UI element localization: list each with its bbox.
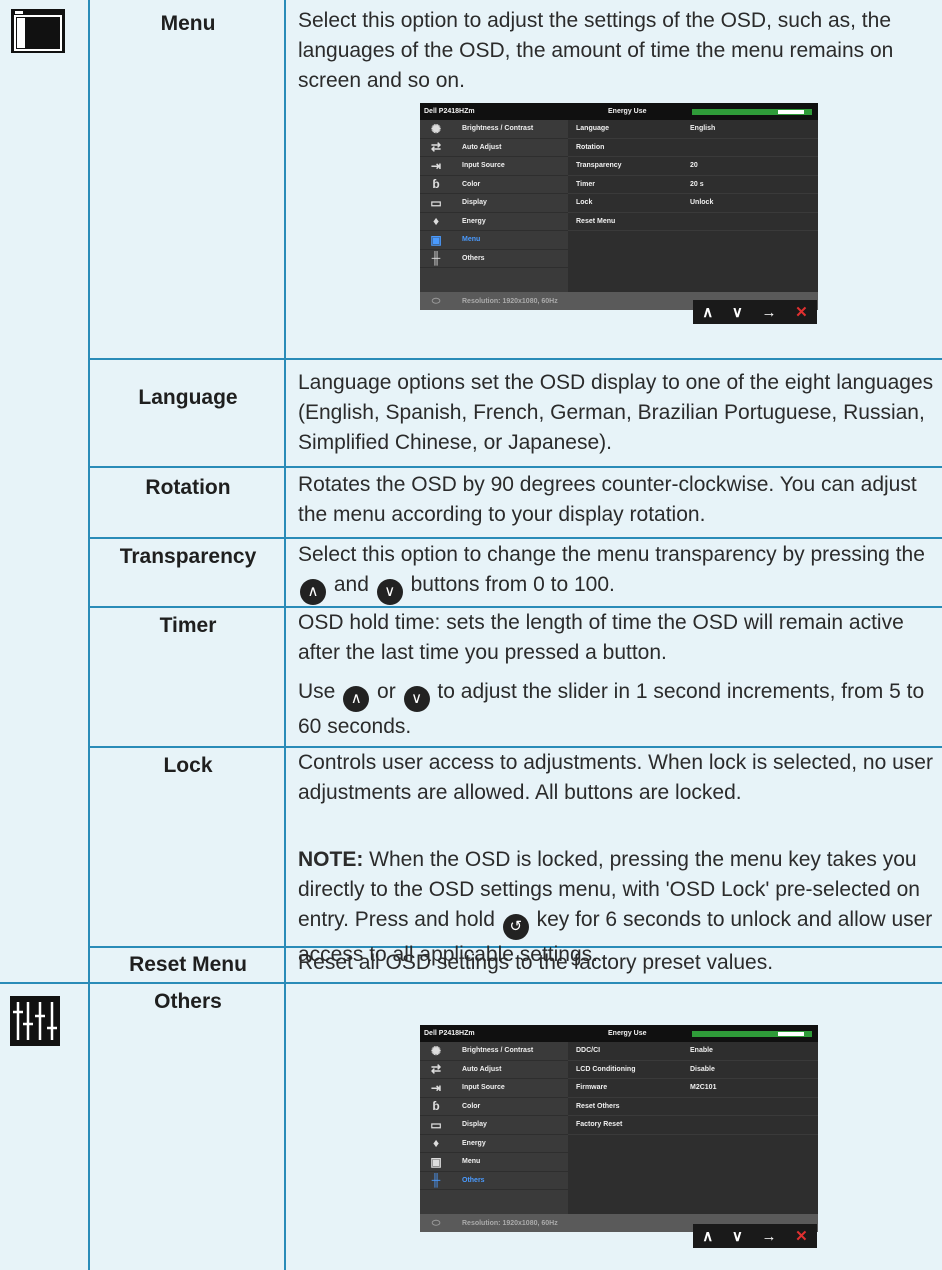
- osd-item-energy: ♦ Energy: [420, 1135, 568, 1153]
- row-desc-timer-2: Use ∧ or ∨ to adjust the slider in 1 sec…: [298, 680, 925, 738]
- row-divider: [90, 358, 942, 360]
- osd-setting-row: DDC/CI Enable: [568, 1042, 818, 1061]
- row-divider: [0, 982, 942, 984]
- osd-menu-screenshot: Dell P2418HZm Energy Use ✺ Brightness / C…: [420, 103, 818, 310]
- osd-model: Dell P2418HZm: [424, 108, 475, 115]
- input-port-icon: ⬭: [431, 295, 441, 307]
- grid-left-line: [88, 0, 90, 1270]
- close-icon: ✕: [795, 1228, 808, 1245]
- osd-item-display: ▭ Display: [420, 1116, 568, 1135]
- osd-setting-row: Rotation: [568, 139, 818, 157]
- menu-icon: [10, 8, 66, 59]
- grid-mid-line: [284, 0, 286, 1270]
- menu-icon: ▣: [430, 232, 442, 247]
- others-icon: ╫: [431, 251, 441, 266]
- row-divider: [90, 466, 942, 468]
- color-icon: ɓ: [432, 177, 440, 192]
- osd-item-others: ╫ Others: [420, 1172, 568, 1190]
- row-desc-menu: Select this option to adjust the setting…: [298, 9, 894, 92]
- osd-setting-row: Lock Unlock: [568, 194, 818, 213]
- others-icon: [10, 996, 60, 1051]
- osd-item-display: ▭ Display: [420, 194, 568, 213]
- osd-setting-row: Timer 20 s: [568, 176, 818, 194]
- row-desc-lock: Controls user access to adjustments. Whe…: [298, 751, 933, 804]
- down-arrow-icon: ∨: [731, 1228, 743, 1245]
- osd-item-others: ╫ Others: [420, 250, 568, 268]
- down-arrow-icon: ∨: [731, 304, 743, 321]
- osd-item-input-source: ⇥ Input Source: [420, 157, 568, 176]
- up-arrow-icon: ∧: [702, 1228, 714, 1245]
- auto-adjust-icon: ⇄: [430, 1062, 442, 1077]
- osd-header: Dell P2418HZm Energy Use: [420, 103, 818, 120]
- osd-setting-row: Factory Reset: [568, 1116, 818, 1135]
- close-icon: ✕: [795, 304, 808, 321]
- row-desc-language: Language options set the OSD display to …: [298, 371, 934, 454]
- display-icon: ▭: [430, 1117, 442, 1132]
- menu-icon: ▣: [430, 1154, 442, 1169]
- osd-setting-row: Language English: [568, 120, 818, 139]
- osd-setting-row: Reset Others: [568, 1098, 818, 1116]
- row-name-rotation: Rotation: [145, 476, 231, 499]
- note-label: NOTE:: [298, 848, 364, 871]
- osd-item-auto-adjust: ⇄ Auto Adjust: [420, 139, 568, 157]
- osd-energy-label: Energy Use: [608, 108, 647, 115]
- osd-others-screenshot: Dell P2418HZm Energy Use ✺ Brightness / C…: [420, 1025, 818, 1232]
- row-name-reset-menu: Reset Menu: [129, 953, 247, 976]
- row-name-timer: Timer: [159, 614, 217, 637]
- row-name-language: Language: [138, 386, 238, 409]
- color-icon: ɓ: [432, 1099, 440, 1114]
- row-desc-timer: OSD hold time: sets the length of time t…: [298, 611, 904, 664]
- others-icon: ╫: [431, 1173, 441, 1188]
- row-desc-transparency: Select this option to change the menu tr…: [298, 540, 938, 605]
- osd-header: Dell P2418HZm Energy Use: [420, 1025, 818, 1042]
- osd-setting-row: Firmware M2C101: [568, 1079, 818, 1098]
- osd-item-menu: ▣ Menu: [420, 1153, 568, 1172]
- down-button-icon: ∨: [403, 686, 430, 712]
- osd-setting-row: LCD Conditioning Disable: [568, 1061, 818, 1079]
- row-name-transparency: Transparency: [119, 545, 257, 568]
- row-desc-rotation: Rotates the OSD by 90 degrees counter-cl…: [298, 473, 917, 526]
- input-port-icon: ⬭: [431, 1217, 441, 1229]
- osd-item-brightness: ✺ Brightness / Contrast: [420, 1042, 568, 1061]
- back-button-icon: ↺: [502, 914, 529, 940]
- up-button-icon: ∧: [300, 579, 326, 605]
- brightness-icon: ✺: [430, 1043, 442, 1058]
- up-arrow-icon: ∧: [702, 304, 714, 321]
- down-button-icon: ∨: [376, 579, 403, 605]
- brightness-icon: ✺: [430, 121, 442, 136]
- input-source-icon: ⇥: [430, 1080, 442, 1095]
- osd-item-brightness: ✺ Brightness / Contrast: [420, 120, 568, 139]
- auto-adjust-icon: ⇄: [430, 140, 442, 155]
- osd-setting-row: Reset Menu: [568, 213, 818, 231]
- osd-button-bar: ∧ ∨ → ✕: [693, 1224, 817, 1248]
- osd-item-color: ɓ Color: [420, 176, 568, 194]
- osd-button-bar: ∧ ∨ → ✕: [693, 300, 817, 324]
- energy-icon: ♦: [432, 214, 440, 229]
- osd-item-color: ɓ Color: [420, 1098, 568, 1116]
- osd-item-auto-adjust: ⇄ Auto Adjust: [420, 1061, 568, 1079]
- row-desc-reset-menu: Reset all OSD settings to the factory pr…: [298, 951, 774, 974]
- row-divider: [90, 537, 942, 539]
- row-name-menu: Menu: [160, 12, 216, 35]
- energy-icon: ♦: [432, 1136, 440, 1151]
- up-button-icon: ∧: [343, 686, 370, 712]
- osd-energy-bar: [692, 108, 812, 115]
- right-arrow-icon: →: [761, 303, 777, 321]
- input-source-icon: ⇥: [430, 158, 442, 173]
- row-name-others: Others: [154, 990, 222, 1013]
- osd-item-input-source: ⇥ Input Source: [420, 1079, 568, 1098]
- osd-item-energy: ♦ Energy: [420, 213, 568, 231]
- osd-item-menu: ▣ Menu: [420, 231, 568, 250]
- display-icon: ▭: [430, 195, 442, 210]
- osd-energy-bar: [692, 1030, 812, 1037]
- right-arrow-icon: →: [761, 1227, 777, 1245]
- osd-setting-row: Transparency 20: [568, 157, 818, 176]
- row-name-lock: Lock: [163, 754, 213, 777]
